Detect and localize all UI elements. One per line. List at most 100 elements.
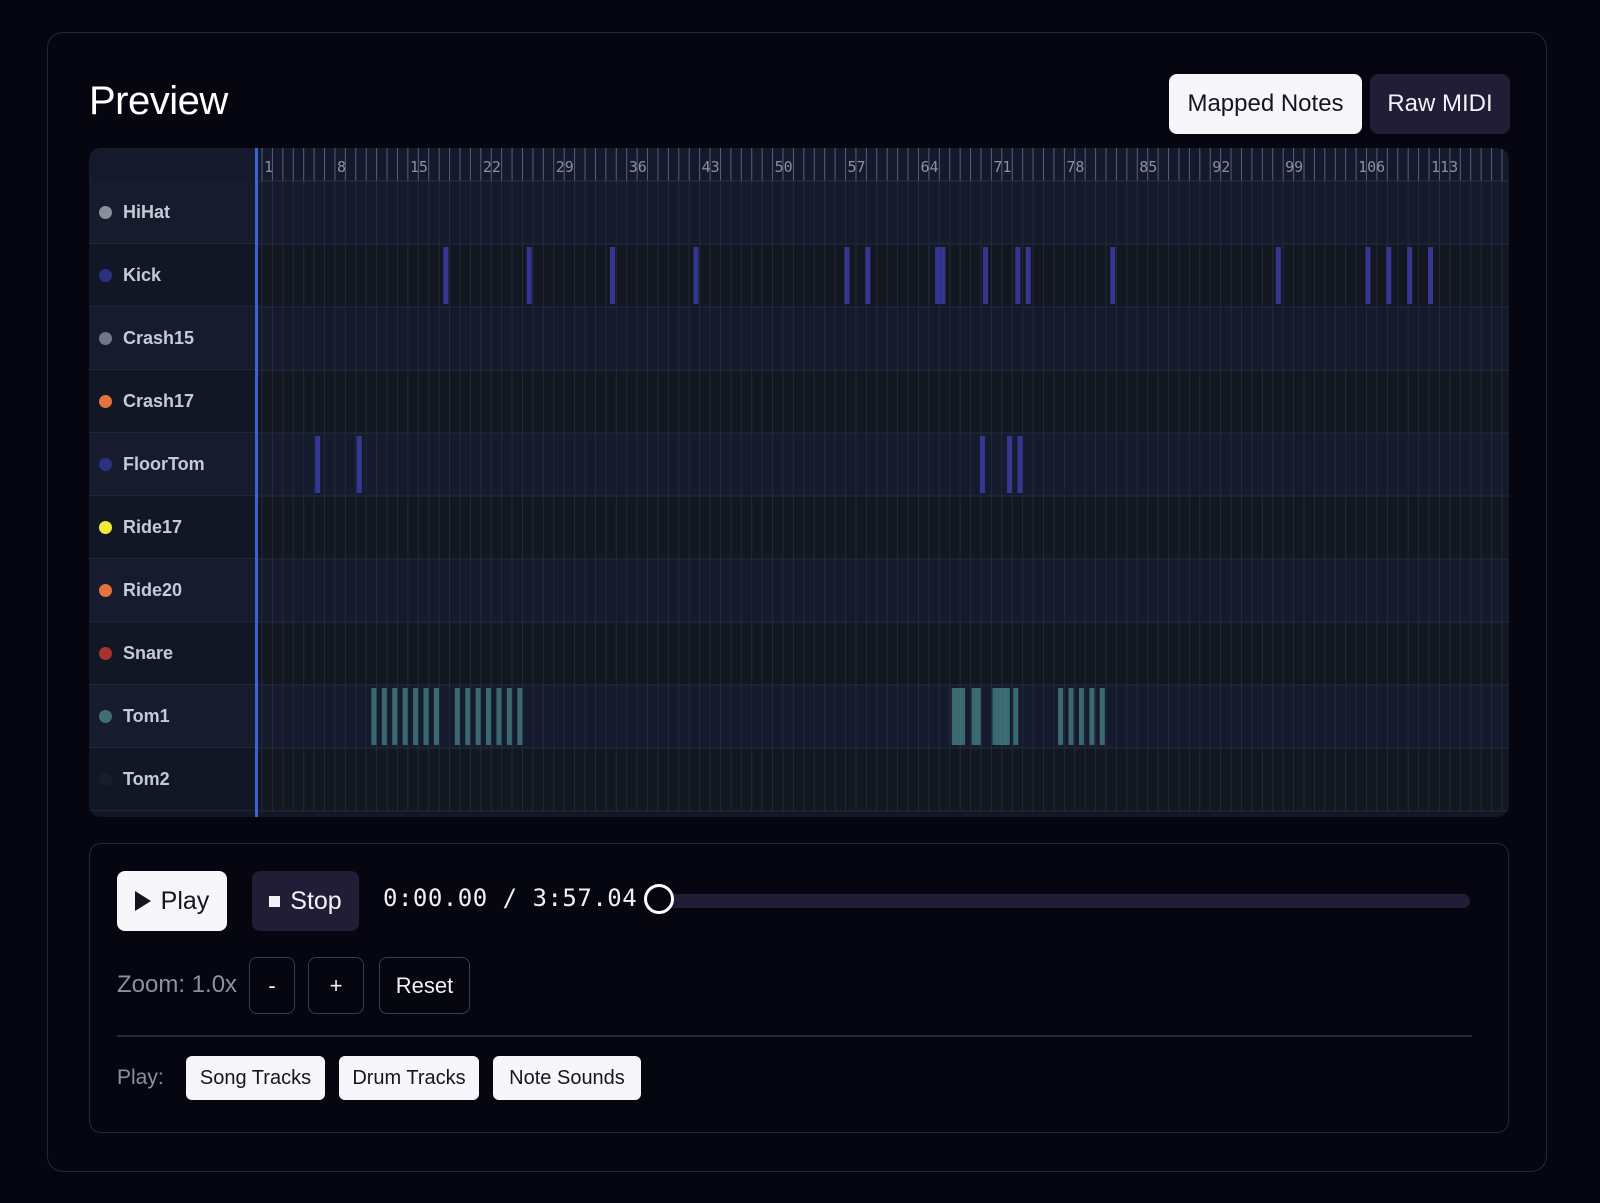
ruler-label: 8 <box>337 158 346 176</box>
track-name: Ride17 <box>123 516 183 537</box>
play-options-label: Play: <box>117 1066 164 1089</box>
track-color-dot <box>99 709 112 723</box>
zoom-out-button[interactable]: - <box>249 957 295 1014</box>
track-row[interactable] <box>258 181 1509 244</box>
stop-button[interactable]: Stop <box>252 871 359 931</box>
track-name: Kick <box>123 264 162 285</box>
track-color-dot <box>99 268 112 282</box>
play-button[interactable]: Play <box>117 871 227 931</box>
drum-tracks-button[interactable]: Drum Tracks <box>339 1056 479 1100</box>
note-tom1[interactable] <box>496 688 502 745</box>
zoom-in-button[interactable]: + <box>308 957 364 1014</box>
note-tom1[interactable] <box>454 688 460 745</box>
note-kick[interactable] <box>1365 247 1371 304</box>
note-tom1[interactable] <box>1068 688 1074 745</box>
zoom-reset-button[interactable]: Reset <box>379 957 470 1014</box>
note-kick[interactable] <box>443 247 449 304</box>
track-label-snare: Snare <box>89 622 255 685</box>
track-name: Crash15 <box>123 327 195 348</box>
track-color-dot <box>99 772 112 786</box>
note-tom1[interactable] <box>381 688 387 745</box>
track-name: Crash17 <box>123 390 195 411</box>
ruler-label: 85 <box>1139 158 1157 176</box>
song-tracks-button[interactable]: Song Tracks <box>186 1056 325 1100</box>
track-row[interactable] <box>258 370 1509 433</box>
note-tom1[interactable] <box>517 688 523 745</box>
note-kick[interactable] <box>1025 247 1031 304</box>
track-label-crash17: Crash17 <box>89 370 255 433</box>
track-row[interactable] <box>258 433 1509 496</box>
note-kick[interactable] <box>1015 247 1021 304</box>
note-kick[interactable] <box>983 247 989 304</box>
playhead[interactable] <box>255 148 258 817</box>
seek-slider-thumb[interactable] <box>644 884 674 914</box>
note-floortom[interactable] <box>1017 436 1023 493</box>
track-row[interactable] <box>258 496 1509 559</box>
note-tom1[interactable] <box>371 688 377 745</box>
mapped-notes-button[interactable]: Mapped Notes <box>1169 74 1362 134</box>
note-kick[interactable] <box>1110 247 1116 304</box>
track-row[interactable] <box>258 685 1509 748</box>
track-name: Ride20 <box>123 579 183 600</box>
ruler-label: 71 <box>993 158 1011 176</box>
note-tom1[interactable] <box>1013 688 1019 745</box>
track-row[interactable] <box>258 622 1509 685</box>
note-kick[interactable] <box>693 247 699 304</box>
time-total: 3:57.04 <box>532 884 638 912</box>
ruler-label: 29 <box>556 158 574 176</box>
note-tom1[interactable] <box>433 688 439 745</box>
track-label-hihat: HiHat <box>89 181 255 244</box>
note-kick[interactable] <box>1427 247 1433 304</box>
note-tom1[interactable] <box>960 688 966 745</box>
track-label-tom2: Tom2 <box>89 748 255 811</box>
note-kick[interactable] <box>526 247 532 304</box>
note-kick[interactable] <box>1386 247 1392 304</box>
note-tom1[interactable] <box>475 688 481 745</box>
note-floortom[interactable] <box>979 436 985 493</box>
track-color-dot <box>99 646 112 660</box>
note-tom1[interactable] <box>1078 688 1084 745</box>
track-row[interactable] <box>258 748 1509 811</box>
timeline[interactable]: HiHat Kick Crash15 Crash17 FloorTom Ride17 Rid… <box>89 148 1509 817</box>
note-tom1[interactable] <box>402 688 408 745</box>
track-row[interactable] <box>258 559 1509 622</box>
track-color-dot <box>99 583 112 597</box>
note-kick[interactable] <box>1275 247 1281 304</box>
seek-slider-track[interactable] <box>658 894 1470 908</box>
track-label-kick: Kick <box>89 244 255 307</box>
note-kick[interactable] <box>610 247 616 304</box>
ruler-label: 106 <box>1358 158 1385 176</box>
note-kick[interactable] <box>865 247 871 304</box>
note-kick[interactable] <box>844 247 850 304</box>
note-tom1[interactable] <box>423 688 429 745</box>
note-tom1[interactable] <box>506 688 512 745</box>
note-kick[interactable] <box>935 247 941 304</box>
play-button-label: Play <box>160 886 210 915</box>
track-name: Tom1 <box>123 705 170 726</box>
track-row[interactable] <box>258 307 1509 370</box>
ruler-label: 57 <box>848 158 866 176</box>
note-tom1[interactable] <box>1058 688 1064 745</box>
note-floortom[interactable] <box>315 436 321 493</box>
note-tom1[interactable] <box>1089 688 1095 745</box>
note-tom1[interactable] <box>413 688 419 745</box>
track-name: HiHat <box>123 201 171 222</box>
transport-controls: Play Stop 0:00.00 / 3:57.04 Zoom: 1.0x -… <box>89 843 1509 1133</box>
note-tom1[interactable] <box>465 688 471 745</box>
note-tom1[interactable] <box>486 688 492 745</box>
time-display: 0:00.00 / 3:57.04 <box>383 884 637 912</box>
ruler[interactable] <box>258 148 1509 181</box>
note-tom1[interactable] <box>392 688 398 745</box>
note-floortom[interactable] <box>1007 436 1013 493</box>
note-grid[interactable]: 1 8 15 22 29 36 43 50 57 64 71 78 85 92 99 106 113 <box>258 148 1509 817</box>
note-floortom[interactable] <box>356 436 362 493</box>
note-tom1[interactable] <box>1004 688 1010 745</box>
note-tom1[interactable] <box>975 688 981 745</box>
stop-button-label: Stop <box>290 886 342 915</box>
note-kick[interactable] <box>940 247 946 304</box>
raw-midi-button[interactable]: Raw MIDI <box>1370 74 1510 134</box>
note-tom1[interactable] <box>1099 688 1105 745</box>
ruler-label: 99 <box>1285 158 1303 176</box>
note-sounds-button[interactable]: Note Sounds <box>493 1056 641 1100</box>
note-kick[interactable] <box>1407 247 1413 304</box>
